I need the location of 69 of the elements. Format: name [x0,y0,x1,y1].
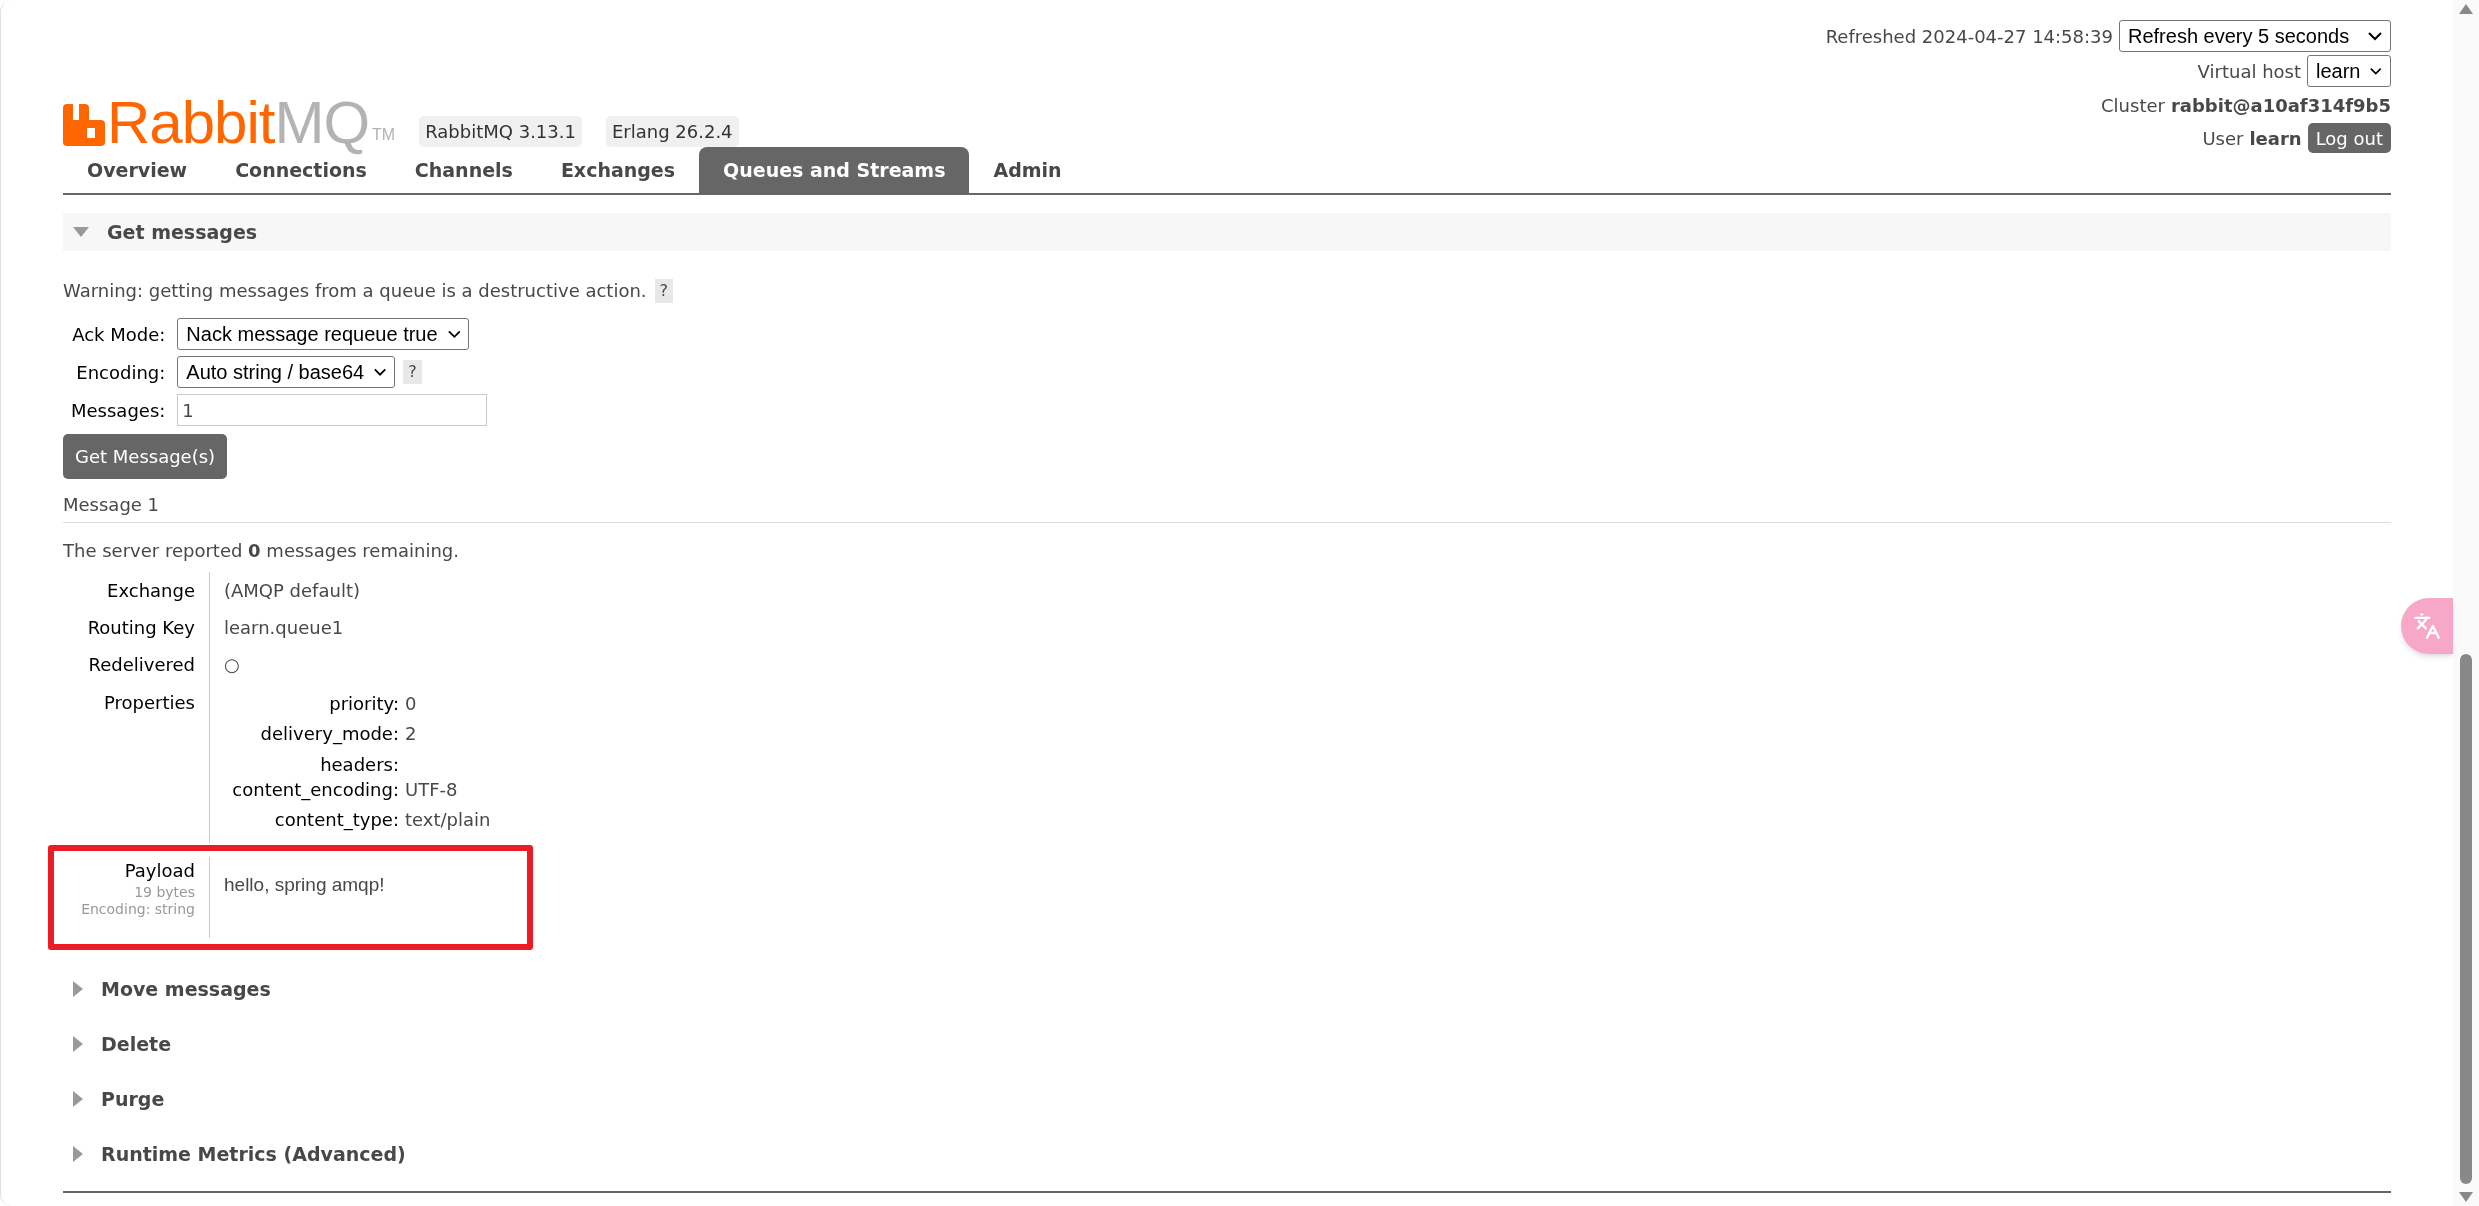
scrollbar[interactable] [2453,0,2479,1206]
property-key: delivery_mode: [224,719,399,749]
version-badge: Erlang 26.2.4 [605,116,739,147]
field-value: learn.queue1 [224,616,344,640]
section-header[interactable]: Move messages [63,970,2391,1008]
collapse-triangle-icon [73,227,89,237]
refresh-select[interactable]: Refresh every 5 seconds [2119,20,2391,52]
expand-triangle-icon [73,1091,83,1107]
ack-mode-select[interactable]: Nack message requeue true [177,318,470,350]
get-messages-button[interactable]: Get Message(s) [63,434,228,479]
property-key: content_type: [224,805,399,835]
trademark-mark: TM [372,125,396,145]
expand-triangle-icon [73,981,83,997]
translate-button[interactable] [2401,598,2453,654]
scroll-up-arrow-icon[interactable] [2459,4,2473,14]
payload-encoding: Encoding: string [81,901,195,918]
field-value: ○ [224,653,240,677]
chevron-down-icon [374,367,387,377]
expand-triangle-icon [73,1146,83,1162]
cluster-name: rabbit@a10af314f9b5 [2170,93,2391,118]
message-title: Message 1 [63,494,160,515]
field-label: Exchange [107,579,195,603]
chevron-down-icon [2370,66,2382,76]
property-key: headers: [224,749,399,775]
help-button[interactable]: ? [403,360,422,384]
payload-label: Payload [124,859,195,883]
user-name: learn [2249,126,2302,151]
payload-value: hello, spring amqp! [224,874,385,895]
payload-size: 19 bytes [134,884,195,901]
messages-label: Messages: [71,398,166,423]
user-label: User [2202,126,2244,151]
property-key: priority: [224,689,399,719]
virtual-host-label: Virtual host [2197,59,2301,84]
logout-button[interactable]: Log out [2307,123,2391,153]
section-header[interactable]: Purge [63,1080,2391,1118]
property-value: 0 [405,692,418,716]
encoding-label: Encoding: [75,360,166,385]
field-label: Redelivered [88,653,195,677]
remaining-text: The server reported 0 messages remaining. [63,539,460,563]
field-label: Properties [104,691,195,713]
messages-input[interactable]: 1 [177,394,488,426]
section-header[interactable]: Delete [63,1025,2391,1063]
scrollbar-thumb[interactable] [2460,654,2472,1184]
cluster-label: Cluster [2101,93,2165,118]
field-label: Routing Key [87,616,195,640]
section-header[interactable]: Get messages [63,213,2391,251]
chevron-down-icon [2368,31,2382,41]
ack-mode-label: Ack Mode: [71,322,166,347]
warning-text: Warning: getting messages from a queue is a destructive action. [63,279,647,303]
field-value: (AMQP default) [224,579,360,603]
property-value: UTF-8 [405,778,459,802]
virtual-host-select[interactable]: learn [2307,55,2391,87]
property-key: content_encoding: [224,775,399,805]
property-value: text/plain [405,808,491,832]
nav-tab[interactable]: Admin [969,147,1086,193]
nav-tab[interactable]: Exchanges [536,147,700,193]
scroll-down-arrow-icon[interactable] [2459,1192,2473,1202]
refreshed-timestamp: Refreshed 2024-04-27 14:58:39 [1825,24,2113,49]
nav-tab[interactable]: Channels [390,147,537,193]
translate-icon [2413,612,2441,640]
nav-tab[interactable]: Queues and Streams [699,147,970,193]
logo-icon [63,104,105,146]
help-button[interactable]: ? [654,278,674,303]
chevron-down-icon [447,329,461,339]
expand-triangle-icon [73,1036,83,1052]
encoding-select[interactable]: Auto string / base64 [177,356,396,388]
version-badge: RabbitMQ 3.13.1 [419,116,582,147]
property-value: 2 [405,722,418,746]
section-header[interactable]: Runtime Metrics (Advanced) [63,1135,2391,1173]
